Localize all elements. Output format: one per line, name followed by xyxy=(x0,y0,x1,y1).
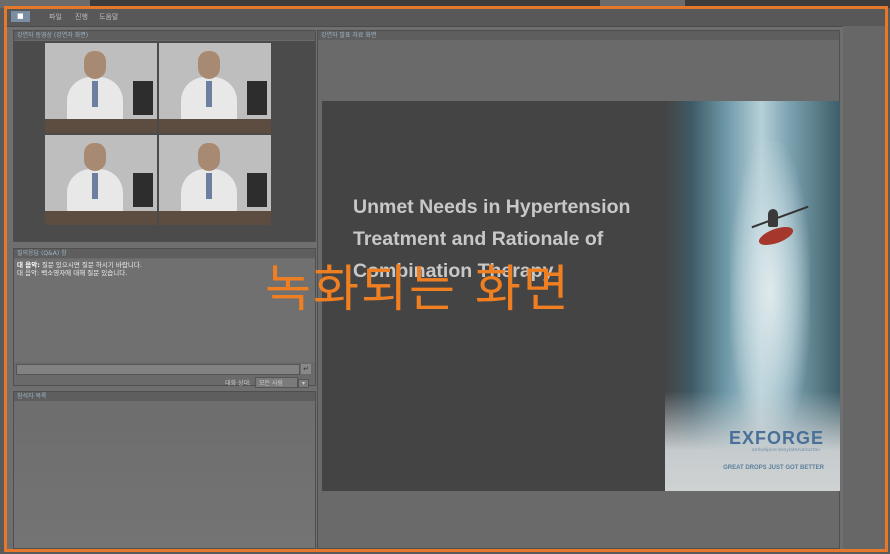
chat-text: 대 음악: 백소영자에 대해 질문 있습니다. xyxy=(17,269,128,277)
recipient-select[interactable]: 모든 사람 xyxy=(255,377,298,388)
video-panel-title: 강연자 동영상 (강연자 화면) xyxy=(14,31,315,40)
slide-title-line: Unmet Needs in Hypertension xyxy=(353,196,631,218)
slide-title-line: Treatment and Rationale of xyxy=(353,228,604,250)
recording-caption: 녹화되는 화면 xyxy=(265,260,571,318)
chevron-down-icon[interactable]: ▾ xyxy=(298,379,309,388)
attendee-panel-title: 참석자 목록 xyxy=(14,392,315,401)
video-tile[interactable] xyxy=(159,135,271,225)
chat-sender: 대 음악: xyxy=(17,261,40,269)
slide-panel-title: 강연자 발표 자료 화면 xyxy=(318,31,839,40)
brand-logo: EXFORGE xyxy=(728,428,824,448)
chat-panel-title: 질의응답 (Q&A) 창 xyxy=(14,249,315,258)
video-tile[interactable] xyxy=(45,135,157,225)
video-grid xyxy=(14,41,315,241)
chat-input[interactable] xyxy=(16,364,300,375)
chat-text: 질문 있으시면 질문 하시기 바랍니다. xyxy=(41,261,142,269)
conference-window: ■ 파일 진행 도움말 강연자 동영상 (강연자 화면) 질의응답 (Q&A) … xyxy=(4,6,888,552)
attendee-panel: 참석자 목록 xyxy=(13,391,316,549)
brand-tagline: GREAT DROPS JUST GOT BETTER xyxy=(723,465,824,471)
menu-bar: ■ 파일 진행 도움말 xyxy=(7,9,885,27)
menu-item-help[interactable]: 도움말 xyxy=(99,12,118,22)
video-tile[interactable] xyxy=(45,43,157,133)
video-panel: 강연자 동영상 (강연자 화면) xyxy=(13,30,316,242)
right-gutter xyxy=(843,26,885,549)
menu-item-file[interactable]: 파일 xyxy=(49,12,62,22)
kayaker-image xyxy=(768,209,778,227)
recipient-selector: 대화 상대: 모든 사람 ▾ xyxy=(225,377,309,388)
enter-icon[interactable]: ↵ xyxy=(301,364,311,374)
menu-item-progress[interactable]: 진행 xyxy=(75,12,88,22)
video-tile[interactable] xyxy=(159,43,271,133)
brand-subtitle: amlodipine besylate/valsartan xyxy=(751,448,820,453)
recipient-label: 대화 상대: xyxy=(225,380,252,387)
menu-item-home[interactable]: ■ xyxy=(11,11,30,22)
